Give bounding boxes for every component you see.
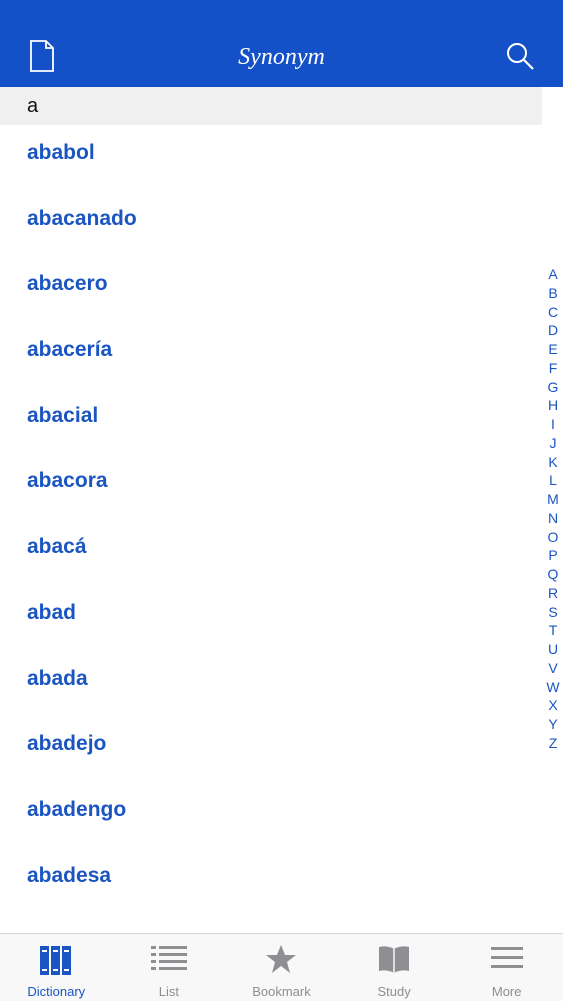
word-row[interactable]: abacá [0, 519, 540, 585]
word-label[interactable]: abacora [27, 469, 108, 493]
dictionary-books-icon [40, 946, 72, 975]
tab-list[interactable]: List [113, 934, 226, 1001]
tab-label: Bookmark [252, 984, 311, 999]
word-label[interactable]: abacero [27, 272, 108, 296]
tab-label: List [158, 984, 179, 999]
search-icon[interactable] [505, 41, 535, 71]
word-label[interactable]: abacanado [27, 207, 137, 231]
open-book-icon [379, 946, 410, 973]
word-label[interactable]: abadesa [27, 864, 111, 888]
index-letter[interactable]: P [543, 546, 563, 565]
index-letter[interactable]: S [543, 603, 563, 622]
word-row[interactable]: abacora [0, 453, 540, 519]
word-label[interactable]: abacial [27, 404, 98, 428]
index-letter[interactable]: G [543, 378, 563, 397]
word-label[interactable]: abacería [27, 338, 112, 362]
word-label[interactable]: abad [27, 601, 76, 625]
navigation-bar: Synonym [0, 0, 563, 87]
index-letter[interactable]: F [543, 359, 563, 378]
index-letter[interactable]: Z [543, 734, 563, 753]
page-title: Synonym [238, 44, 325, 70]
tab-bar: Dictionary List Bookmark Study More [0, 933, 563, 1001]
index-letter[interactable]: C [543, 303, 563, 322]
section-header: a [0, 87, 542, 125]
word-label[interactable]: abadengo [27, 798, 126, 822]
word-row[interactable]: abadesa [0, 848, 540, 914]
word-row[interactable]: abadejo [0, 716, 540, 782]
tab-more[interactable]: More [450, 934, 563, 1001]
alphabet-index[interactable]: A B C D E F G H I J K L M N O P Q R S T … [543, 265, 563, 753]
index-letter[interactable]: I [543, 415, 563, 434]
tab-bookmark[interactable]: Bookmark [225, 934, 338, 1001]
star-icon [266, 945, 297, 973]
list-icon [150, 946, 187, 970]
tab-study[interactable]: Study [338, 934, 451, 1001]
word-row[interactable]: abadengo [0, 782, 540, 848]
index-letter[interactable]: T [543, 621, 563, 640]
index-letter[interactable]: Y [543, 715, 563, 734]
index-letter[interactable]: D [543, 321, 563, 340]
word-row[interactable]: ababol [0, 125, 540, 191]
index-letter[interactable]: W [543, 678, 563, 697]
word-row[interactable]: abacero [0, 256, 540, 322]
word-label[interactable]: abadejo [27, 732, 106, 756]
index-letter[interactable]: M [543, 490, 563, 509]
index-letter[interactable]: E [543, 340, 563, 359]
tab-label: Study [377, 984, 411, 999]
word-label[interactable]: abacá [27, 535, 87, 559]
tab-dictionary[interactable]: Dictionary [0, 934, 113, 1001]
index-letter[interactable]: R [543, 584, 563, 603]
word-row[interactable]: abacanado [0, 191, 540, 257]
index-letter[interactable]: K [543, 453, 563, 472]
word-label[interactable]: ababol [27, 141, 95, 165]
hamburger-menu-icon [490, 947, 523, 968]
word-row[interactable]: abacería [0, 322, 540, 388]
word-label[interactable]: abada [27, 667, 88, 691]
index-letter[interactable]: U [543, 640, 563, 659]
tab-label: More [491, 984, 522, 999]
word-row[interactable]: abada [0, 651, 540, 717]
tab-label: Dictionary [27, 984, 86, 999]
word-list: ababol abacanado abacero abacería abacia… [0, 125, 540, 933]
index-letter[interactable]: N [543, 509, 563, 528]
index-letter[interactable]: X [543, 696, 563, 715]
word-row[interactable]: abacial [0, 388, 540, 454]
index-letter[interactable]: H [543, 396, 563, 415]
word-row[interactable]: abad [0, 585, 540, 651]
index-letter[interactable]: A [543, 265, 563, 284]
index-letter[interactable]: J [543, 434, 563, 453]
section-letter: a [27, 95, 39, 117]
index-letter[interactable]: B [543, 284, 563, 303]
index-letter[interactable]: V [543, 659, 563, 678]
index-letter[interactable]: L [543, 471, 563, 490]
index-letter[interactable]: Q [543, 565, 563, 584]
index-letter[interactable]: O [543, 528, 563, 547]
